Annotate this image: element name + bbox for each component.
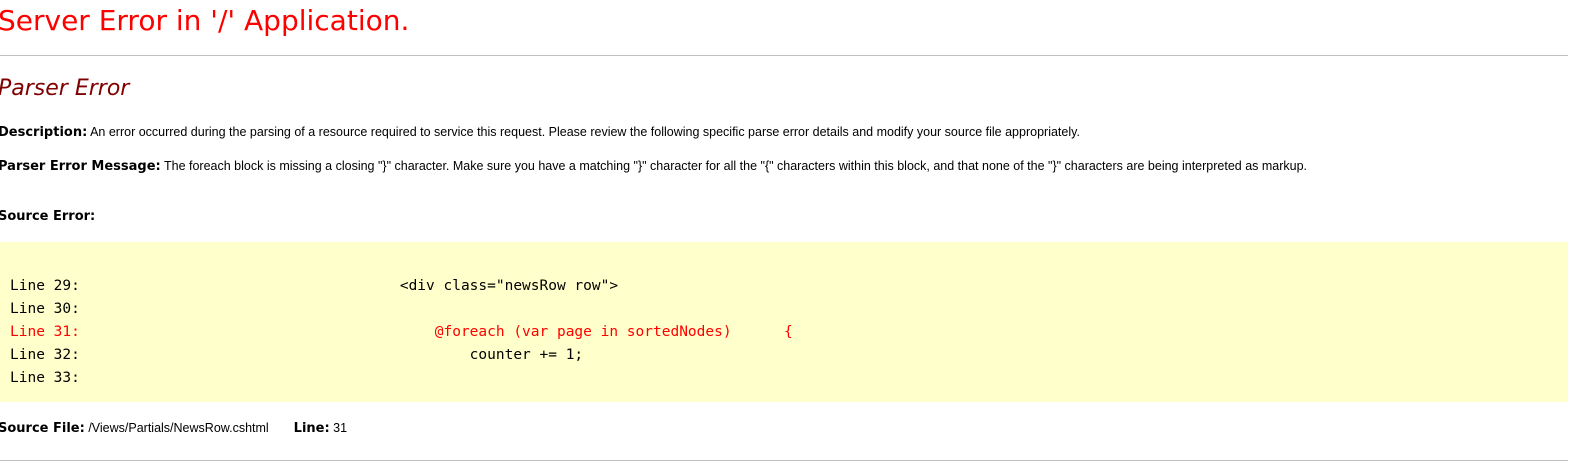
parser-error-message-label: Parser Error Message:: [0, 159, 161, 174]
code-line-error: Line 31: @foreach (var page in sortedNod…: [10, 324, 793, 340]
description-line: Description: An error occurred during th…: [0, 125, 1080, 140]
code-line: Line 29: <div class="newsRow row">: [10, 278, 618, 294]
line-number: Line 31:: [10, 324, 80, 340]
footer-divider: [0, 460, 1568, 461]
source-error-label: Source Error:: [0, 209, 96, 224]
source-line-number: 31: [333, 421, 348, 435]
page-title: Server Error in '/' Application.: [0, 4, 410, 37]
code-line: Line 32: counter += 1;: [10, 347, 583, 363]
code-text: <div class="newsRow row">: [330, 278, 619, 294]
code-text: @foreach (var page in sortedNodes) {: [330, 324, 793, 340]
title-divider: [0, 55, 1568, 56]
parser-error-message-text: The foreach block is missing a closing "…: [164, 159, 1308, 173]
code-line: Line 30:: [10, 301, 330, 317]
source-line-label: Line:: [293, 421, 330, 436]
source-code-box: Line 29: <div class="newsRow row"> Line …: [0, 242, 1568, 402]
source-error-heading: Source Error:: [0, 209, 95, 224]
source-file-line: Source File: /Views/Partials/NewsRow.csh…: [0, 421, 347, 436]
error-type-heading: Parser Error: [0, 76, 130, 101]
code-line: Line 33:: [10, 370, 330, 386]
line-number: Line 33:: [10, 370, 80, 386]
parser-error-message-line: Parser Error Message: The foreach block …: [0, 159, 1307, 174]
source-file-path: /Views/Partials/NewsRow.cshtml: [88, 421, 269, 435]
line-number: Line 29:: [10, 278, 80, 294]
description-text: An error occurred during the parsing of …: [90, 125, 1080, 139]
description-label: Description:: [0, 125, 88, 140]
code-text: counter += 1;: [330, 347, 584, 363]
line-number: Line 30:: [10, 301, 80, 317]
line-number: Line 32:: [10, 347, 80, 363]
source-file-label: Source File:: [0, 421, 85, 436]
